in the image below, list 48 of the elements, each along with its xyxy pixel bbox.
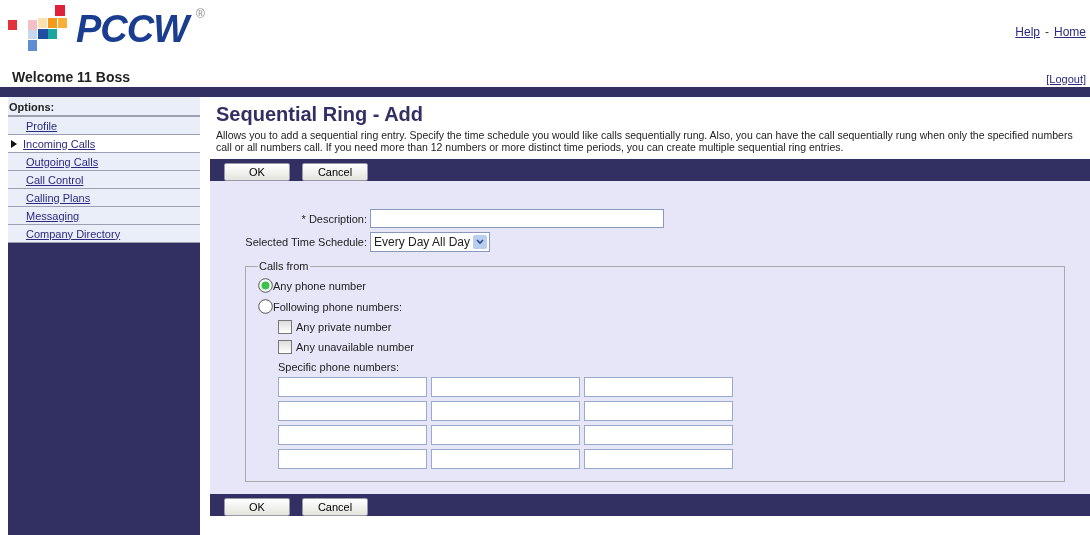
options-title: Options:: [8, 97, 200, 117]
phone-number-field[interactable]: [278, 449, 427, 469]
menu-link[interactable]: Profile: [26, 119, 58, 132]
menu-link[interactable]: Call Control: [26, 173, 84, 186]
page-title: Sequential Ring - Add: [216, 103, 425, 126]
description-field[interactable]: [370, 209, 664, 228]
registered-mark: ®: [196, 7, 205, 21]
logout-link[interactable]: [Logout]: [1046, 73, 1086, 85]
phone-number-field[interactable]: [278, 377, 427, 397]
schedule-label: Selected Time Schedule:: [244, 236, 367, 248]
specific-numbers-label: Specific phone numbers:: [278, 361, 400, 373]
phone-number-field[interactable]: [431, 425, 580, 445]
radio-label: Any phone number: [273, 279, 366, 292]
welcome-text: Welcome 11 Boss: [12, 69, 131, 85]
phone-number-field[interactable]: [278, 401, 427, 421]
bullet-icon: [11, 139, 17, 148]
menu-link[interactable]: Incoming Calls: [23, 137, 96, 150]
checkbox[interactable]: [278, 320, 292, 334]
menu-link[interactable]: Company Directory: [26, 227, 121, 240]
cancel-button[interactable]: Cancel: [302, 163, 368, 181]
logo-squares-icon: [8, 5, 68, 52]
page-description: Allows you to add a sequential ring entry. Specify the time schedule you would like calls sequentially rung. Also, you can have the call sequentially rung when only the specified numbers call or all numbers call. If you need more than 12 numbers or more distinct time periods, you can create multiple sequential ring entries.: [216, 129, 1074, 153]
ok-button[interactable]: OK: [224, 163, 290, 181]
menu-link[interactable]: Calling Plans: [26, 191, 91, 204]
help-link[interactable]: Help: [1015, 25, 1040, 39]
radio-button[interactable]: [258, 299, 273, 314]
checkbox-label: Any private number: [296, 321, 392, 333]
phone-number-field[interactable]: [584, 425, 733, 445]
menu-link[interactable]: Outgoing Calls: [26, 155, 99, 168]
radio-label: Following phone numbers:: [273, 300, 403, 313]
phone-number-field[interactable]: [584, 377, 733, 397]
cancel-button[interactable]: Cancel: [302, 498, 368, 516]
ok-button[interactable]: OK: [224, 498, 290, 516]
home-link[interactable]: Home: [1054, 25, 1086, 39]
calls-from-legend: Calls from: [258, 260, 310, 272]
phone-number-field[interactable]: [431, 449, 580, 469]
phone-number-field[interactable]: [431, 401, 580, 421]
phone-number-field[interactable]: [431, 377, 580, 397]
phone-number-field[interactable]: [584, 401, 733, 421]
description-label: * Description:: [300, 212, 367, 225]
radio-button[interactable]: [258, 278, 273, 293]
menu-link[interactable]: Messaging: [26, 209, 80, 222]
checkbox-label: Any unavailable number: [296, 341, 415, 353]
link-separator: -: [1045, 25, 1049, 39]
phone-number-field[interactable]: [584, 449, 733, 469]
phone-number-field[interactable]: [278, 425, 427, 445]
schedule-dropdown[interactable]: Every Day All Day: [370, 232, 491, 252]
checkbox[interactable]: [278, 340, 292, 354]
